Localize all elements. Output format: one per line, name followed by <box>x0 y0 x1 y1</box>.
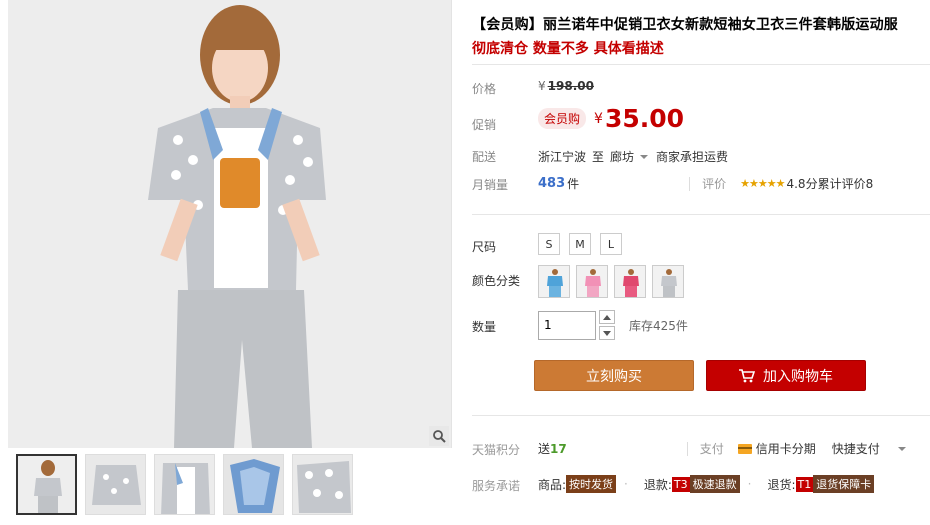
rating-label: 评价 <box>702 177 727 191</box>
model-photo <box>8 0 451 448</box>
size-options: S M L <box>538 233 631 255</box>
divider <box>472 415 930 416</box>
color-swatch-blue[interactable] <box>538 265 570 298</box>
size-label: 尺码 <box>472 240 497 254</box>
add-to-cart-button[interactable]: 加入购物车 <box>706 360 866 391</box>
promo-label: 促销 <box>472 118 497 132</box>
service-row: 商品: 按时发货 · 退款: T3 极速退款 · 退货: T1 退货保障卡 <box>538 475 875 493</box>
quantity-input[interactable] <box>538 310 596 340</box>
main-product-image[interactable] <box>8 0 452 448</box>
promo-currency: ¥ <box>594 110 603 127</box>
credit-card-icon <box>737 443 752 454</box>
stock-count: 库存425件 <box>629 318 688 333</box>
destination-selector[interactable]: 廊坊 <box>610 148 634 165</box>
star-rating-icon: ★★★★★ <box>740 177 785 190</box>
sales-count: 483 <box>538 176 566 191</box>
chevron-down-icon[interactable] <box>897 446 906 451</box>
thumbnail-2[interactable] <box>85 454 146 515</box>
return-code-badge: T1 <box>795 476 814 492</box>
price-value: 198.00 <box>547 79 594 93</box>
service-item3-prefix: 退货: <box>767 477 796 492</box>
color-options <box>538 265 690 298</box>
color-swatch-grey[interactable] <box>652 265 684 298</box>
chevron-down-icon[interactable] <box>640 154 649 159</box>
original-price: ¥ 198.00 <box>538 79 594 93</box>
color-swatch-red[interactable] <box>614 265 646 298</box>
ship-from: 浙江宁波 <box>538 150 587 164</box>
buy-now-label: 立刻购买 <box>586 368 642 385</box>
service-item2-prefix: 退款: <box>643 477 672 492</box>
promo-price: 35.00 <box>604 104 685 133</box>
member-badge: 会员购 <box>538 108 587 129</box>
rating-score: 4.8分 <box>786 177 818 191</box>
sales-unit: 件 <box>567 177 580 191</box>
divider <box>472 214 930 215</box>
ship-to-word: 至 <box>592 150 605 164</box>
shipping-fee-note: 商家承担运费 <box>656 150 729 164</box>
credit-installment[interactable]: 信用卡分期 <box>756 440 816 457</box>
payment-label: 支付 <box>699 442 724 456</box>
product-subtitle: 彻底清仓 数量不多 具体看描述 <box>472 41 664 57</box>
divider <box>472 64 930 65</box>
separator-dot: · <box>747 477 752 491</box>
points-row: 送 17 支付 信用卡分期 快捷支付 <box>538 440 914 457</box>
product-info-panel: 【会员购】丽兰诺年中促销卫衣女新款短袖女卫衣三件套韩版运动服 彻底清仓 数量不多… <box>472 0 930 525</box>
points-value: 17 <box>550 441 567 456</box>
quick-pay[interactable]: 快捷支付 <box>832 440 880 457</box>
separator-dot: · <box>624 477 628 491</box>
cart-icon <box>739 368 755 382</box>
thumbnail-strip <box>8 454 452 525</box>
separator <box>686 441 688 456</box>
promo-price-row: 会员购 ¥ 35.00 <box>538 104 684 133</box>
increment-icon[interactable] <box>599 310 615 324</box>
thumbnail-3[interactable] <box>154 454 215 515</box>
color-label: 颜色分类 <box>472 274 521 288</box>
price-label: 价格 <box>472 82 497 96</box>
sales-row: 483 件 评价 ★★★★★ 4.8分 累计评价8 <box>538 175 873 192</box>
decrement-icon[interactable] <box>599 326 615 340</box>
thumbnail-5[interactable] <box>292 454 353 515</box>
size-option-m[interactable]: M <box>569 233 591 255</box>
fast-refund-tag[interactable]: 极速退款 <box>689 475 740 493</box>
points-label: 天猫积分 <box>472 443 521 457</box>
zoom-icon[interactable] <box>429 426 449 446</box>
size-option-s[interactable]: S <box>538 233 560 255</box>
service-label: 服务承诺 <box>472 479 521 493</box>
shipping-label: 配送 <box>472 150 497 164</box>
return-guarantee-tag[interactable]: 退货保障卡 <box>813 475 875 493</box>
monthly-sales-label: 月销量 <box>472 178 509 192</box>
quantity-row: 库存425件 <box>538 310 688 340</box>
shipping-row: 浙江宁波 至 廊坊 商家承担运费 <box>538 148 728 165</box>
buy-now-button[interactable]: 立刻购买 <box>534 360 694 391</box>
thumbnail-4[interactable] <box>223 454 284 515</box>
thumbnail-1[interactable] <box>16 454 77 515</box>
color-swatch-pink[interactable] <box>576 265 608 298</box>
points-prefix: 送 <box>538 442 551 456</box>
service-item1-prefix: 商品: <box>538 477 567 492</box>
product-title: 【会员购】丽兰诺年中促销卫衣女新款短袖女卫衣三件套韩版运动服 <box>472 17 898 33</box>
quantity-label: 数量 <box>472 320 497 334</box>
refund-code-badge: T3 <box>671 476 690 492</box>
review-count-link[interactable]: 累计评价8 <box>818 175 874 192</box>
price-currency: ¥ <box>538 79 546 93</box>
size-option-l[interactable]: L <box>600 233 622 255</box>
separator <box>689 176 691 191</box>
quantity-stepper <box>599 310 615 340</box>
on-time-delivery-tag[interactable]: 按时发货 <box>566 475 617 493</box>
add-to-cart-label: 加入购物车 <box>763 368 833 385</box>
